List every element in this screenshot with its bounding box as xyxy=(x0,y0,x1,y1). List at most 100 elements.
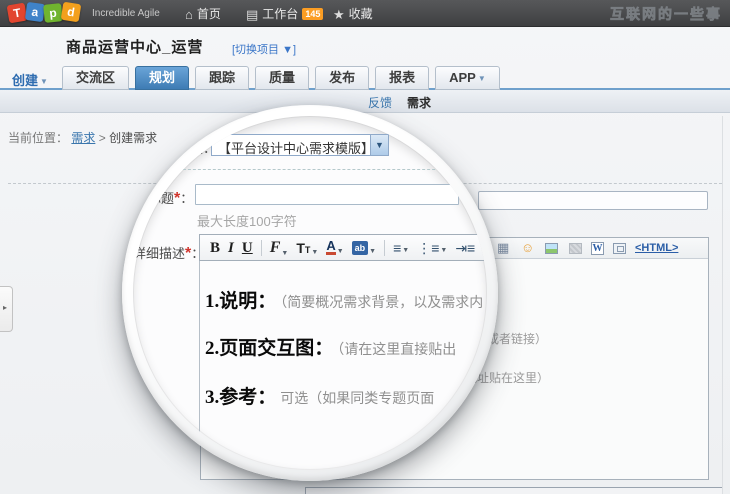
indent-button[interactable]: ⇥≡ xyxy=(455,242,475,254)
item-number: 3. xyxy=(205,387,219,408)
bold-button[interactable]: B xyxy=(210,240,220,256)
nav-favorites-label: 收藏 xyxy=(349,7,373,21)
template-select-value: 【平台设计中心需求模版】 xyxy=(218,138,374,157)
align-button[interactable]: ≡▼ xyxy=(393,242,409,254)
editor-text-fragment: 或者链接） xyxy=(487,330,547,347)
font-icon: F xyxy=(270,239,281,257)
logo-tile: a xyxy=(25,2,45,22)
chevron-down-icon: ▼ xyxy=(337,248,344,255)
tab-exchange[interactable]: 交流区 xyxy=(62,66,129,90)
font-color-icon: A xyxy=(326,240,335,255)
font-family-button[interactable]: F▼ xyxy=(270,239,289,257)
chevron-down-icon: ▼ xyxy=(281,250,288,257)
toolbar-separator xyxy=(261,240,262,256)
breadcrumb-separator: > xyxy=(99,131,106,145)
watermark-text: 互联网的一些事 xyxy=(610,4,722,24)
logo-tile: d xyxy=(61,2,82,23)
tabbar: 交流区 规划 跟踪 质量 发布 报表 APP▼ xyxy=(62,66,500,90)
emoticon-icon[interactable]: ☺ xyxy=(521,241,534,255)
underline-button[interactable]: U xyxy=(242,240,253,256)
chevron-down-icon: ▼ xyxy=(402,247,409,254)
chevron-right-icon: ▸ xyxy=(3,303,7,312)
toolbar-separator xyxy=(384,240,385,256)
table-icon[interactable]: ▦ xyxy=(497,241,509,255)
align-icon: ≡ xyxy=(393,242,401,254)
item-description: （请在这里直接贴出 xyxy=(337,341,456,357)
editor-content-line: 2.页面交互图：（请在这里直接贴出 xyxy=(205,333,456,360)
workbench-icon: ▤ xyxy=(246,7,258,22)
chevron-down-icon: ▼ xyxy=(369,248,376,255)
logo-tile: p xyxy=(43,3,63,23)
italic-button[interactable]: I xyxy=(228,240,234,256)
tab-quality[interactable]: 质量 xyxy=(255,66,309,90)
word-import-icon[interactable]: W xyxy=(591,242,604,255)
html-source-link[interactable]: <HTML> xyxy=(635,242,678,254)
breadcrumb: 当前位置： 需求 > 创建需求 xyxy=(8,129,157,146)
create-menu[interactable]: 创建▼ xyxy=(12,70,48,89)
breadcrumb-current: 创建需求 xyxy=(109,131,157,145)
breadcrumb-link-requirement[interactable]: 需求 xyxy=(71,131,95,145)
image-icon[interactable] xyxy=(545,243,558,254)
next-section-edge xyxy=(305,487,722,494)
chevron-down-icon: ▼ xyxy=(440,247,447,254)
item-title: 页面交互图： xyxy=(219,338,333,359)
tab-release[interactable]: 发布 xyxy=(315,66,369,90)
tapd-logo[interactable]: T a p d xyxy=(8,3,88,24)
nav-home-label: 首页 xyxy=(197,7,221,21)
create-menu-label: 创建 xyxy=(12,73,38,88)
tab-report[interactable]: 报表 xyxy=(375,66,429,90)
font-size-button[interactable]: TT▼ xyxy=(296,240,318,256)
nav-home[interactable]: ⌂ 首页 xyxy=(185,5,221,22)
size-letter: T xyxy=(296,240,305,256)
nav-workbench[interactable]: ▤ 工作台 145 xyxy=(246,5,323,23)
logo-tagline: Incredible Agile xyxy=(92,8,160,19)
editor-toolbar: B I U F▼ TT▼ A▼ ab▼ ≡▼ ⋮≡▼ ⇥≡ xyxy=(199,234,487,261)
template-select[interactable]: 【平台设计中心需求模版】 ▼ xyxy=(211,134,389,156)
logo-tile: T xyxy=(7,3,28,24)
content-right-edge xyxy=(722,116,723,494)
tab-planning[interactable]: 规划 xyxy=(135,66,189,90)
list-button[interactable]: ⋮≡▼ xyxy=(417,242,447,254)
magnifier-lens: 模版： 【平台设计中心需求模版】 ▼ 标题*： 最大长度100字符 详细描述*：… xyxy=(122,105,498,481)
switch-project-link[interactable]: [切换项目 ▼] xyxy=(232,41,296,57)
label-colon: ： xyxy=(180,191,193,206)
title-input[interactable] xyxy=(478,191,708,210)
title-input[interactable] xyxy=(195,184,459,205)
title-label-text: 标题 xyxy=(148,191,174,206)
item-description: 可选（如果同类专题页面 xyxy=(280,390,434,406)
tab-app[interactable]: APP▼ xyxy=(435,66,500,90)
nav-workbench-label: 工作台 xyxy=(262,7,298,21)
title-field-label: 标题*： xyxy=(148,188,193,208)
topbar: T a p d Incredible Agile ⌂ 首页 ▤ 工作台 145 ★收藏… xyxy=(0,0,730,27)
title-max-length-hint: 最大长度100字符 xyxy=(197,211,297,230)
chevron-down-icon: ▼ xyxy=(478,74,486,83)
editor-content-border xyxy=(199,261,200,470)
subtab-feedback[interactable]: 反馈 xyxy=(368,94,392,111)
dropdown-arrow-icon[interactable]: ▼ xyxy=(370,135,388,155)
description-label-text: 详细描述 xyxy=(133,246,185,261)
sidebar-collapse-toggle[interactable]: ▸ xyxy=(0,286,13,332)
highlight-icon: ab xyxy=(352,241,369,255)
item-title: 参考： xyxy=(219,387,276,408)
description-field-label: 详细描述*： xyxy=(133,243,204,263)
chevron-down-icon: ▼ xyxy=(311,249,318,256)
font-color-button[interactable]: A▼ xyxy=(326,240,343,255)
chevron-down-icon: ▼ xyxy=(40,77,48,86)
font-size-icon: TT xyxy=(296,240,310,256)
page-title: 商品运营中心_运营 xyxy=(66,36,203,57)
subtab-requirement[interactable]: 需求 xyxy=(407,94,431,111)
item-number: 1. xyxy=(205,291,219,312)
nav-favorites[interactable]: ★收藏 xyxy=(333,5,373,23)
item-number: 2. xyxy=(205,338,219,359)
list-icon: ⋮≡ xyxy=(417,242,439,254)
fullscreen-icon[interactable] xyxy=(613,243,626,254)
notification-badge: 145 xyxy=(302,8,323,20)
tab-tracking[interactable]: 跟踪 xyxy=(195,66,249,90)
breadcrumb-label: 当前位置： xyxy=(8,131,68,145)
highlight-button[interactable]: ab▼ xyxy=(352,241,376,255)
tab-app-label: APP xyxy=(449,70,476,85)
home-icon: ⌂ xyxy=(185,7,193,22)
subnav-band: 反馈 需求 xyxy=(0,90,730,113)
indent-icon: ⇥≡ xyxy=(455,242,475,254)
media-icon[interactable] xyxy=(569,243,582,254)
